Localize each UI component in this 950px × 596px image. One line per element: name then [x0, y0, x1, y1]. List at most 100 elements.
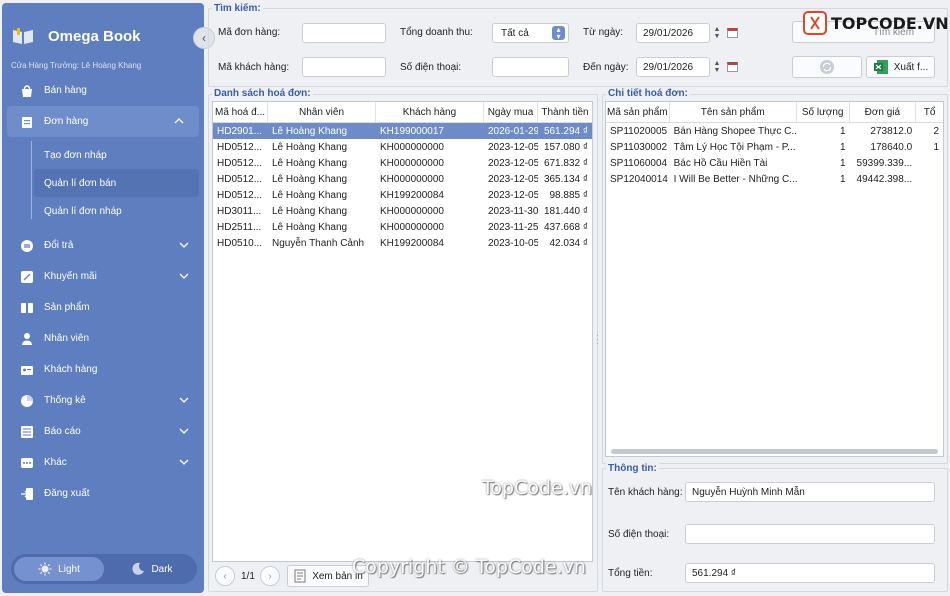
calendar-icon[interactable]	[727, 62, 738, 72]
table-row[interactable]: SP11020005 Bán Hàng Shopee Thực C... 1 2738…	[606, 123, 943, 139]
theme-dark-option[interactable]: Dark	[107, 554, 197, 584]
customer-code-input[interactable]	[302, 57, 386, 77]
total-label: Tổng tiền:	[608, 568, 653, 579]
table-cell: Lê Hoàng Khang	[272, 205, 348, 217]
topcode-logo-icon	[803, 11, 827, 35]
table-row[interactable]: HD0512... Lê Hoàng Khang KH000000000 2023-1…	[213, 155, 592, 171]
sidebar-item-san-pham[interactable]: Sản phẩm	[2, 292, 204, 323]
to-date-spinner[interactable]: ▲ ▼	[712, 57, 722, 77]
table-cell: 561.294 ₫	[543, 125, 588, 137]
column-header[interactable]: Mã hoá đ...	[213, 102, 268, 122]
table-row[interactable]: HD0512... Lê Hoàng Khang KH199200084 2023-1…	[213, 187, 592, 203]
table-cell: HD0510...	[217, 237, 263, 249]
detail-table-header: Mã sản phẩm Tên sản phẩm Số lượng Đơn gi…	[606, 102, 943, 123]
table-row[interactable]: HD2901... Lê Hoàng Khang KH199000017 2026-0…	[213, 123, 592, 139]
column-header[interactable]: Tổ	[916, 102, 943, 122]
table-cell: 1	[933, 141, 940, 153]
column-header[interactable]: Nhân viên	[268, 102, 376, 122]
phone-input[interactable]	[492, 57, 569, 77]
table-cell: KH000000000	[380, 221, 444, 233]
sidebar-item-khach-hang[interactable]: Khách hàng	[2, 354, 204, 385]
theme-light-option[interactable]: Light	[14, 557, 104, 581]
table-cell: 2023-12-05	[488, 157, 538, 169]
export-excel-button[interactable]: Xuất f...	[866, 56, 935, 78]
table-cell: KH199200084	[380, 237, 444, 249]
column-header[interactable]: Khách hàng	[376, 102, 484, 122]
sidebar-item-khac[interactable]: Khác	[2, 447, 204, 478]
table-cell: KH000000000	[380, 141, 444, 153]
submenu-don-hang: Tạo đơn nháp Quản lí đơn bán Quản lí đơn…	[2, 137, 204, 230]
sidebar-subitem-quan-li-don-ban[interactable]: Quản lí đơn bán	[34, 169, 199, 197]
sidebar-item-don-hang[interactable]: Đơn hàng	[7, 106, 199, 137]
table-cell: Tâm Lý Học Tội Phạm - P...	[673, 141, 796, 153]
table-cell: KH000000000	[380, 173, 444, 185]
page-indicator: 1/1	[241, 571, 255, 582]
table-cell: 1	[839, 141, 846, 153]
list-icon	[20, 425, 34, 439]
order-code-input[interactable]	[302, 23, 386, 43]
sidebar-nav: Bán hàng Đơn hàng Tạo đơn nháp Quản lí đ…	[2, 75, 204, 509]
sidebar-item-khuyen-mai[interactable]: Khuyến mãi	[2, 261, 204, 292]
sidebar-subitem-quan-li-don-nhap[interactable]: Quản lí đơn nháp	[2, 197, 204, 225]
table-row[interactable]: HD3011... Lê Hoàng Khang KH000000000 2023-1…	[213, 203, 592, 219]
table-row[interactable]: HD2511... Lê Hoàng Khang KH000000000 2023-1…	[213, 219, 592, 235]
sidebar-item-thong-ke[interactable]: Thống kê	[2, 385, 204, 416]
from-date-input[interactable]: 29/01/2026	[636, 23, 710, 43]
split-handle[interactable]: · · ·	[596, 331, 600, 348]
sidebar-item-dang-xuat[interactable]: Đăng xuất	[2, 478, 204, 509]
store-owner: Cửa Hàng Trưởng: Lê Hoàng Khang	[11, 61, 142, 70]
table-cell: HD3011...	[217, 205, 262, 217]
from-date-label: Từ ngày:	[583, 27, 624, 38]
table-cell: 1	[839, 157, 846, 169]
detail-table: Mã sản phẩm Tên sản phẩm Số lượng Đơn gi…	[605, 101, 944, 457]
prev-page-button[interactable]: ‹	[215, 566, 235, 586]
column-header[interactable]: Mã sản phẩm	[606, 102, 670, 122]
column-header[interactable]: Tên sản phẩm	[670, 102, 797, 122]
table-row[interactable]: HD0510... Nguyễn Thanh Cảnh KH199200084 202…	[213, 235, 592, 251]
table-row[interactable]: SP11060004 Bác Hồ Cầu Hiền Tài 1 59399.339.…	[606, 155, 943, 171]
column-header[interactable]: Ngày mua	[484, 102, 538, 122]
chevron-down-icon	[179, 397, 189, 403]
sidebar-item-label: Khuyến mãi	[44, 271, 97, 282]
table-cell: HD0512...	[217, 141, 263, 153]
table-cell: Bác Hồ Cầu Hiền Tài	[673, 157, 768, 169]
sidebar-item-ban-hang[interactable]: Bán hàng	[2, 75, 204, 106]
chevron-down-icon	[179, 242, 189, 248]
sidebar-item-doi-tra[interactable]: Đổi trả	[2, 230, 204, 261]
excel-icon	[873, 60, 888, 74]
calendar-icon[interactable]	[727, 28, 738, 38]
table-row[interactable]: HD0512... Lê Hoàng Khang KH000000000 2023-1…	[213, 171, 592, 187]
sidebar-item-label: Sản phẩm	[44, 302, 90, 313]
order-code-label: Mã đơn hàng:	[218, 27, 281, 38]
table-cell: 49442.398...	[856, 173, 913, 185]
to-date-input[interactable]: 29/01/2026	[636, 57, 710, 77]
next-page-button[interactable]: ›	[260, 566, 280, 586]
refresh-button[interactable]	[792, 56, 862, 78]
from-date-spinner[interactable]: ▲ ▼	[712, 23, 722, 43]
horizontal-scrollbar[interactable]	[611, 449, 938, 454]
table-cell: HD0512...	[217, 189, 263, 201]
topcode-logo-text: TOPCODE.VN	[831, 13, 949, 33]
sidebar-item-label: Đăng xuất	[44, 488, 90, 499]
sidebar-item-nhan-vien[interactable]: Nhân viên	[2, 323, 204, 354]
column-header[interactable]: Thành tiền	[538, 102, 592, 122]
table-cell: KH199200084	[380, 189, 444, 201]
invoice-list-title: Danh sách hoá đơn:	[212, 88, 313, 99]
table-cell: SP12040014	[610, 173, 668, 185]
table-cell	[916, 171, 943, 187]
revenue-select[interactable]: Tất cả ▴ ▾	[492, 23, 569, 43]
more-icon	[20, 456, 34, 470]
sidebar-subitem-tao-don-nhap[interactable]: Tạo đơn nháp	[2, 141, 204, 169]
column-header[interactable]: Số lượng	[797, 102, 850, 122]
table-row[interactable]: SP12040014 I Will Be Better - Những C... 1…	[606, 171, 943, 187]
column-header[interactable]: Đơn giá	[850, 102, 917, 122]
table-cell: Bán Hàng Shopee Thực C...	[673, 125, 797, 137]
table-cell: 273812.0	[870, 125, 913, 137]
total-field: 561.294 ₫	[685, 563, 935, 583]
table-row[interactable]: SP11030002 Tâm Lý Học Tội Phạm - P... 1 178…	[606, 139, 943, 155]
sidebar-item-bao-cao[interactable]: Báo cáo	[2, 416, 204, 447]
export-button-label: Xuất f...	[893, 61, 929, 73]
table-row[interactable]: HD0512... Lê Hoàng Khang KH000000000 2023-1…	[213, 139, 592, 155]
table-cell: HD2511...	[217, 221, 262, 233]
table-cell: 1	[839, 173, 846, 185]
